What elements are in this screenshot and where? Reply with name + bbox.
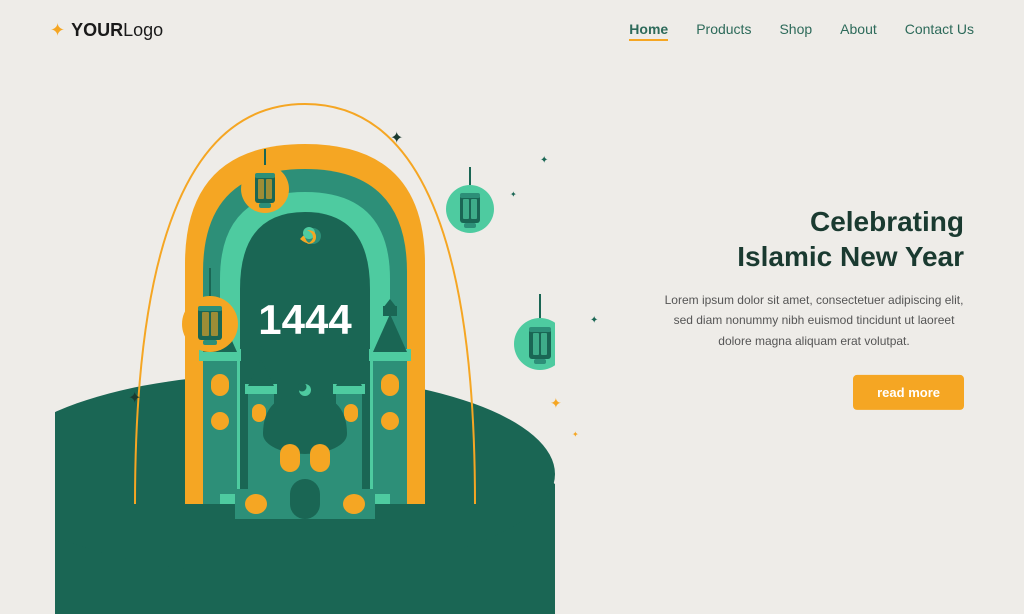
- nav-link-home[interactable]: Home: [629, 21, 668, 41]
- nav-item-contact[interactable]: Contact Us: [905, 21, 974, 39]
- logo-your: YOUR: [71, 20, 123, 40]
- nav-links: Home Products Shop About Contact Us: [629, 21, 974, 39]
- sparkle-2: ✦: [128, 388, 141, 408]
- navbar: ✦ YOURLogo Home Products Shop About Cont…: [0, 0, 1024, 60]
- logo-text: YOURLogo: [71, 20, 163, 41]
- nav-item-products[interactable]: Products: [696, 21, 751, 39]
- nav-item-about[interactable]: About: [840, 21, 877, 39]
- nav-item-home[interactable]: Home: [629, 21, 668, 39]
- nav-link-products[interactable]: Products: [696, 21, 751, 37]
- sparkle-6: ✦: [510, 190, 517, 199]
- hero-content: Celebrating Islamic New Year Lorem ipsum…: [664, 204, 964, 410]
- hero-description: Lorem ipsum dolor sit amet, consectetuer…: [664, 290, 964, 351]
- nav-link-about[interactable]: About: [840, 21, 877, 37]
- logo-logo: Logo: [123, 20, 163, 40]
- sparkle-3: ✦: [540, 155, 548, 166]
- logo-star-icon: ✦: [50, 20, 65, 41]
- logo: ✦ YOURLogo: [50, 20, 163, 41]
- nav-link-shop[interactable]: Shop: [779, 21, 812, 37]
- svg-text:1444: 1444: [258, 296, 352, 343]
- hero-headline: Celebrating Islamic New Year: [664, 204, 964, 274]
- sparkle-5: ✦: [572, 430, 579, 439]
- page-wrapper: ✦ YOURLogo Home Products Shop About Cont…: [0, 0, 1024, 614]
- read-more-button[interactable]: read more: [853, 375, 964, 410]
- sparkle-7: ✦: [590, 315, 598, 326]
- nav-item-shop[interactable]: Shop: [779, 21, 812, 39]
- sparkle-4: ✦: [550, 395, 562, 412]
- sparkle-1: ✦: [390, 128, 403, 148]
- mosque-illustration: 1444: [55, 44, 555, 614]
- nav-link-contact[interactable]: Contact Us: [905, 21, 974, 37]
